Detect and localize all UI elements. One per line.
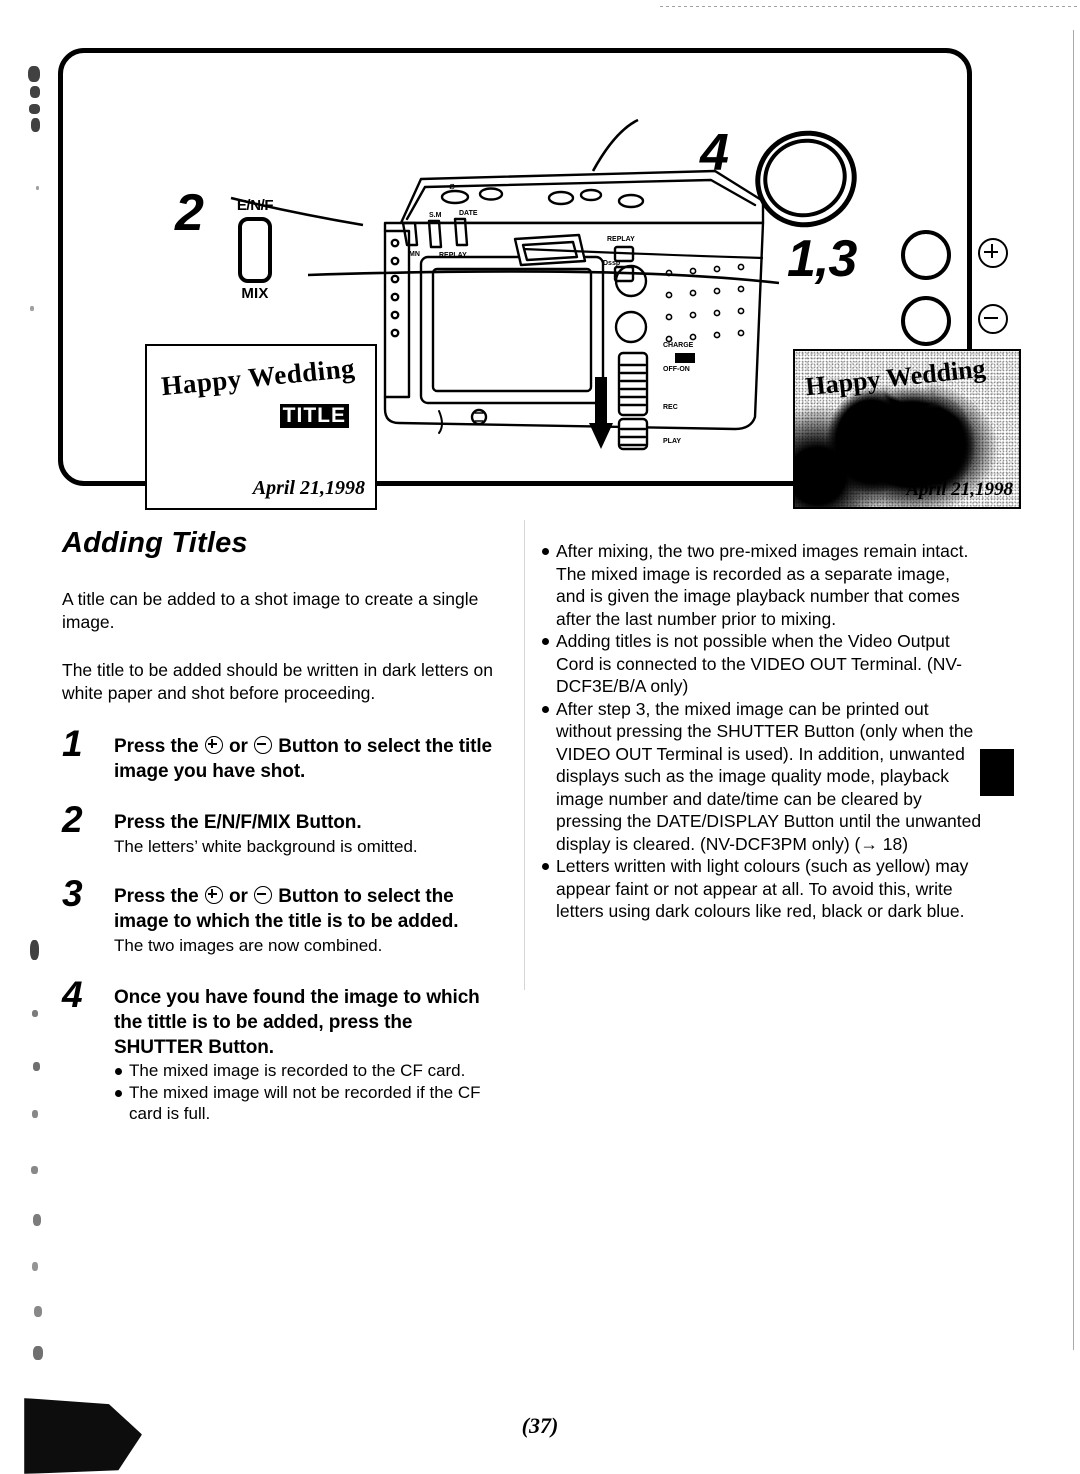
- minus-circle-icon: [254, 886, 273, 904]
- step-3: 3 Press the or Button to select the imag…: [62, 875, 502, 957]
- list-item: Letters written with light colours (such…: [541, 855, 983, 923]
- step-1-number: 1: [62, 723, 83, 764]
- step-3-head-mid: or: [229, 886, 248, 907]
- preview-title-badge: TITLE: [279, 404, 349, 428]
- intro-paragraph-1: A title can be added to a shot image to …: [62, 589, 479, 632]
- list-item: Adding titles is not possible when the V…: [541, 630, 983, 698]
- scan-speckle: [28, 66, 40, 82]
- title-preview-card: Happy Wedding TITLE April 21,1998: [145, 344, 377, 510]
- step-2-number: 2: [62, 799, 83, 840]
- enf-mix-button-group: E/N/F MIX: [223, 197, 287, 302]
- step-1-heading: Press the or Button to select the title …: [114, 734, 502, 784]
- scan-speckle: [36, 186, 39, 190]
- step-4-number: 4: [62, 974, 83, 1015]
- plus-button[interactable]: [901, 230, 951, 280]
- enf-mix-button[interactable]: [238, 217, 272, 283]
- scan-speckle: [32, 1262, 38, 1271]
- step-3-heading: Press the or Button to select the image …: [114, 884, 502, 934]
- notes-bullet-list: After mixing, the two pre-mixed images r…: [541, 540, 983, 923]
- scan-speckle: [31, 1166, 38, 1174]
- step-4-heading: Once you have found the image to which t…: [114, 987, 480, 1058]
- illustration-panel: S.M DATE MN REPLAY REPLAY Dssp CHARGE OF…: [58, 48, 1021, 510]
- enf-label: E/N/F: [236, 197, 274, 214]
- scan-artifact-top-line: [660, 6, 1080, 7]
- scan-speckle: [30, 306, 34, 311]
- plus-circle-icon: [204, 886, 223, 904]
- plus-circle-icon: [204, 736, 223, 754]
- scan-artifact-column-line: [524, 520, 525, 990]
- scan-speckle: [32, 1010, 38, 1017]
- left-text-column: Adding Titles A title can be added to a …: [62, 527, 502, 1125]
- step-3-subtext: The two images are now combined.: [114, 936, 383, 955]
- scan-speckle: [33, 1062, 40, 1071]
- step-4-bullet-list: The mixed image is recorded to the CF ca…: [114, 1060, 502, 1125]
- scan-speckle: [33, 1214, 41, 1226]
- preview-date-text: April 21,1998: [252, 477, 365, 499]
- minus-circle-icon: [978, 304, 1008, 334]
- mix-label: MIX: [241, 285, 269, 302]
- list-item: After mixing, the two pre-mixed images r…: [541, 540, 983, 630]
- scan-speckle: [30, 940, 39, 960]
- scan-speckle: [32, 1110, 38, 1118]
- step-1-head-before: Press the: [114, 736, 199, 757]
- right-text-column: After mixing, the two pre-mixed images r…: [541, 540, 983, 923]
- step-1: 1 Press the or Button to select the titl…: [62, 725, 502, 784]
- step-4: 4 Once you have found the image to which…: [62, 976, 502, 1125]
- minus-button[interactable]: [901, 296, 951, 346]
- list-item: After step 3, the mixed image can be pri…: [541, 698, 983, 856]
- preview-title-text: Happy Wedding: [159, 352, 357, 402]
- result-date-text: April 21,1998: [906, 479, 1013, 500]
- page-tab-marker: [980, 749, 1014, 796]
- step-1-head-mid: or: [229, 736, 248, 757]
- scan-speckle: [31, 118, 40, 132]
- mixed-result-photo: Happy Wedding April 21,1998: [793, 349, 1021, 509]
- scan-speckle: [30, 86, 40, 98]
- scan-speckle: [29, 104, 40, 114]
- scan-speckle: [33, 1346, 43, 1360]
- intro-paragraph-2: The title to be added should be written …: [62, 660, 493, 703]
- page-number: (37): [521, 1413, 559, 1438]
- step-3-number: 3: [62, 873, 83, 914]
- page-title: Adding Titles: [62, 527, 248, 559]
- minus-circle-icon: [254, 736, 273, 754]
- step-2-subtext: The letters’ white background is omitted…: [114, 837, 418, 856]
- plus-circle-icon: [978, 238, 1008, 268]
- step-2: 2 Press the E/N/F/MIX Button. The letter…: [62, 801, 502, 858]
- step-3-head-before: Press the: [114, 886, 199, 907]
- step-2-heading: Press the E/N/F/MIX Button.: [114, 812, 362, 833]
- list-item: The mixed image will not be recorded if …: [114, 1082, 502, 1125]
- scan-speckle: [34, 1306, 42, 1317]
- scan-artifact-right-edge-line: [1073, 30, 1074, 1350]
- list-item: The mixed image is recorded to the CF ca…: [114, 1060, 502, 1082]
